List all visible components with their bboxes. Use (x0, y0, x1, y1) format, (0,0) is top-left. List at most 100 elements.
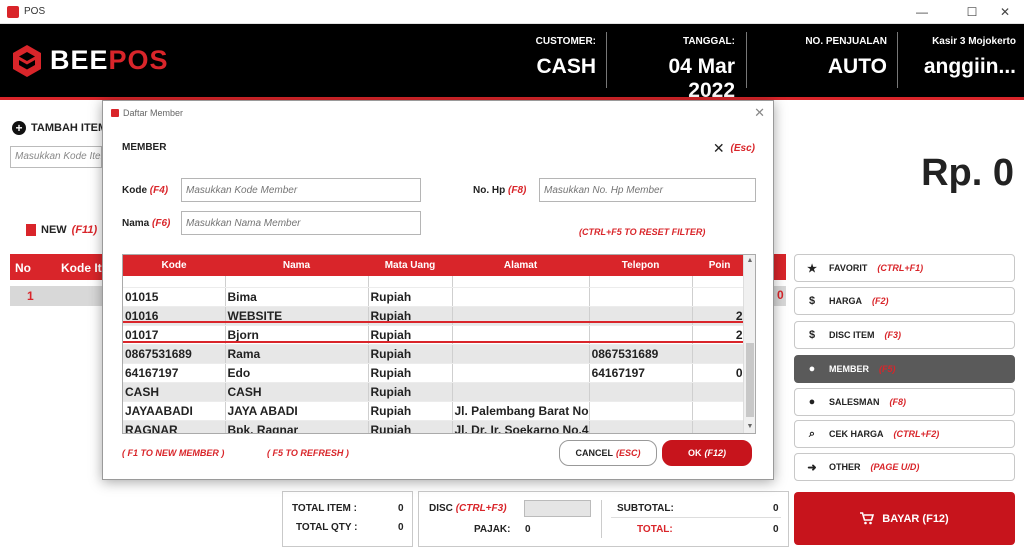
cell-nama: CASH (225, 382, 369, 402)
cell-poin (692, 420, 748, 433)
subtotal-label: SUBTOTAL: (617, 503, 674, 514)
dialog-close-icon[interactable]: ✕ (754, 105, 765, 121)
cell-telepon: 64167197 (589, 363, 693, 383)
cell-kode: JAYAABADI (123, 401, 226, 421)
disc-label-group: DISC (CTRL+F3) (429, 503, 507, 514)
cell-kode: 01017 (123, 325, 226, 345)
cell-telepon (589, 287, 693, 307)
total-qty-value: 0 (398, 522, 404, 533)
app-header: BEEPOS CUSTOMER: CASH TANGGAL: 04 Mar 20… (0, 24, 1024, 102)
column-header-nama[interactable]: Nama (225, 255, 368, 276)
window-title: POS (24, 6, 46, 17)
member-row[interactable]: 01015 Bima Rupiah (123, 287, 748, 307)
ok-button[interactable]: OK (F12) (662, 440, 752, 466)
nohp-label-group: No. Hp (F8) (473, 185, 526, 196)
kasir-block: Kasir 3 Mojokerto anggiin... (905, 36, 1016, 92)
cell-alamat: Jl. Dr. Ir. Soekarno No.4 (452, 420, 590, 433)
member-button[interactable]: ● MEMBER (F5) (794, 355, 1015, 383)
new-label: NEW (41, 224, 67, 236)
cell-telepon (589, 325, 693, 345)
nohp-label: No. Hp (473, 185, 506, 196)
bayar-button[interactable]: BAYAR (F12) (794, 492, 1015, 545)
column-header-kode[interactable]: Kode (123, 255, 225, 276)
tambah-item-label: TAMBAH ITEM (31, 122, 108, 134)
cell-nama: Bpk. Ragnar (225, 420, 369, 433)
maximize-button[interactable]: ☐ (957, 3, 987, 21)
favorit-button[interactable]: ★ FAVORIT (CTRL+F1) (794, 254, 1015, 282)
cek-harga-label: CEK HARGA (829, 429, 884, 439)
document-icon (26, 224, 36, 236)
disc-item-button[interactable]: $ DISC ITEM (F3) (794, 321, 1015, 349)
app-icon (7, 6, 19, 18)
dialog-title: Daftar Member (123, 108, 184, 118)
member-row[interactable]: CASH CASH Rupiah (123, 382, 748, 402)
tambah-item-button[interactable]: + TAMBAH ITEM (12, 121, 107, 135)
disc-item-shortcut: (F3) (884, 330, 902, 340)
column-header-telepon[interactable]: Telepon (589, 255, 693, 276)
kode-shortcut: (F4) (149, 185, 169, 196)
other-label: OTHER (829, 462, 861, 472)
kode-member-input[interactable] (181, 178, 421, 202)
summary-divider (611, 517, 781, 518)
member-row[interactable]: JAYAABADI JAYA ABADI Rupiah Jl. Palembang B… (123, 401, 748, 421)
plus-circle-icon: + (12, 121, 26, 135)
customer-block[interactable]: CUSTOMER: CASH (520, 36, 596, 92)
salesman-icon: ● (808, 396, 816, 408)
cart-icon (860, 512, 875, 525)
pajak-label: PAJAK: (474, 524, 511, 535)
disc-input[interactable] (524, 500, 591, 517)
salesman-shortcut: (F8) (889, 397, 907, 407)
total-value: 0 (773, 524, 779, 535)
cell-kode: 01015 (123, 287, 226, 307)
nohp-member-input[interactable] (539, 178, 756, 202)
member-row[interactable]: RAGNAR Bpk. Ragnar Rupiah Jl. Dr. Ir. Soeka… (123, 420, 748, 433)
price-tag-icon: $ (808, 295, 816, 307)
disc-label: DISC (429, 503, 453, 514)
cell-telepon (589, 401, 693, 421)
new-shortcut: (F11) (71, 224, 98, 236)
cell-kode: 0867531689 (123, 344, 226, 364)
member-row-selected[interactable]: 01017 Bjorn Rupiah 2 (123, 325, 748, 345)
item-table-row[interactable]: 1 (10, 286, 102, 306)
kasir-label: Kasir 3 Mojokerto (932, 36, 1016, 47)
grid-scrollbar[interactable]: ▲ ▼ (743, 255, 755, 433)
cek-harga-shortcut: (CTRL+F2) (893, 429, 940, 439)
close-icon: ✕ (712, 140, 725, 156)
dialog-esc-button[interactable]: ✕ (Esc) (713, 140, 755, 157)
cell-nama: WEBSITE (225, 306, 369, 326)
member-row[interactable]: 01016 WEBSITE Rupiah 2 (123, 306, 748, 326)
scroll-up-icon[interactable]: ▲ (744, 255, 755, 267)
harga-button[interactable]: $ HARGA (F2) (794, 287, 1015, 315)
member-row[interactable]: 0867531689 Rama Rupiah 0867531689 (123, 344, 748, 364)
minimize-button[interactable]: — (907, 3, 937, 21)
cell-kode: 01016 (123, 306, 226, 326)
column-header-mata-uang[interactable]: Mata Uang (368, 255, 452, 276)
member-grid[interactable]: Kode Nama Mata Uang Alamat Telepon Poin … (122, 254, 756, 434)
salesman-button[interactable]: ● SALESMAN (F8) (794, 388, 1015, 416)
search-icon: ⌕ (808, 427, 816, 440)
item-code-input[interactable]: Masukkan Kode Item (10, 146, 102, 168)
kasir-value: anggiin... (923, 55, 1016, 78)
cell-telepon: 0867531689 (589, 344, 693, 364)
scroll-down-icon[interactable]: ▼ (744, 421, 755, 433)
tanggal-block: TANGGAL: 04 Mar 2022 (616, 36, 735, 102)
cell-kode: RAGNAR (123, 420, 226, 433)
close-window-button[interactable]: ✕ (990, 3, 1020, 21)
new-transaction-button[interactable]: NEW (F11) (26, 224, 97, 236)
harga-label: HARGA (829, 296, 862, 306)
nama-member-input[interactable] (181, 211, 421, 235)
scrollbar-thumb[interactable] (746, 343, 754, 417)
column-header-alamat[interactable]: Alamat (452, 255, 590, 276)
cancel-button[interactable]: CANCEL (ESC) (559, 440, 657, 466)
nama-label-group: Nama (F6) (122, 218, 170, 229)
cek-harga-button[interactable]: ⌕ CEK HARGA (CTRL+F2) (794, 420, 1015, 448)
cell-mata-uang: Rupiah (368, 306, 453, 326)
column-header-poin[interactable]: Poin (692, 255, 748, 276)
other-button[interactable]: ➜ OTHER (PAGE U/D) (794, 453, 1015, 481)
ok-label: OK (687, 448, 702, 458)
total-qty-label: TOTAL QTY : (296, 522, 358, 533)
other-shortcut: (PAGE U/D) (870, 462, 920, 472)
favorit-label: FAVORIT (829, 263, 868, 273)
grand-total-display: Rp. 0 (921, 152, 1014, 194)
member-row[interactable]: 64167197 Edo Rupiah 64167197 0 (123, 363, 748, 383)
